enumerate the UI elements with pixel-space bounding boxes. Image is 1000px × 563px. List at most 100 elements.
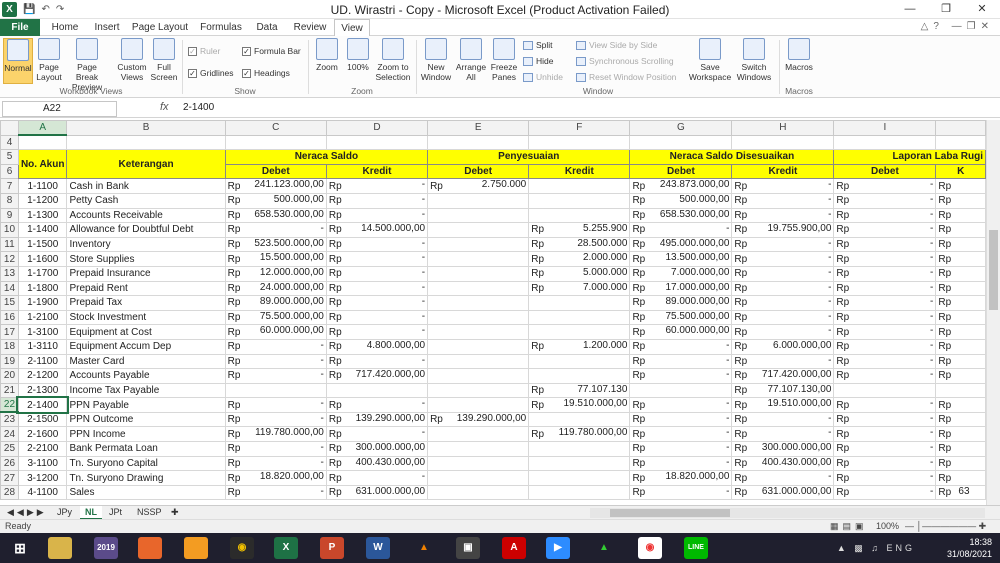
cell-amount[interactable]: Rp - xyxy=(731,411,835,428)
cell-description[interactable]: Income Tax Payable xyxy=(66,382,226,399)
cell-amount[interactable]: Rp 17.000.000,00 xyxy=(629,280,733,297)
cell-amount[interactable]: Rp - xyxy=(325,397,429,413)
excel-taskbar-icon[interactable]: X xyxy=(274,537,298,559)
cell-amount[interactable]: Rp - xyxy=(833,295,937,311)
cell-amount[interactable]: Rp 60.000.000,00 xyxy=(224,324,327,340)
header-neraca-saldo[interactable]: Neraca Saldo xyxy=(224,149,429,165)
cell-amount[interactable]: Rp 28.500.000 xyxy=(528,236,631,253)
sheet-tab-nl[interactable]: NL xyxy=(80,506,102,520)
cell-description[interactable]: Master Card xyxy=(66,353,226,370)
normal-view-button[interactable]: Normal xyxy=(3,38,33,84)
cell-amount[interactable]: Rp - xyxy=(833,397,937,413)
row-header[interactable]: 25 xyxy=(0,441,19,457)
row-header[interactable]: 6 xyxy=(0,163,19,180)
cell-description[interactable]: Equipment Accum Dep xyxy=(66,338,226,355)
app-triangle-icon[interactable]: ▲ xyxy=(592,537,616,559)
cell-amount[interactable]: Rp 139.290.000,00 xyxy=(325,411,429,428)
cell-description[interactable]: Stock Investment xyxy=(66,309,226,326)
header-keterangan[interactable]: Keterangan xyxy=(66,149,226,180)
zoom-meeting-icon[interactable]: ▶ xyxy=(546,537,570,559)
cell-amount[interactable]: Rp xyxy=(935,222,986,238)
freeze-panes-button[interactable]: Freeze Panes xyxy=(489,38,519,82)
cell-amount[interactable]: Rp - xyxy=(833,251,937,267)
cell-amount[interactable]: Rp xyxy=(935,411,986,428)
cell-amount[interactable]: Rp - xyxy=(731,280,835,297)
cell-amount[interactable]: Rp - xyxy=(325,265,429,282)
cell[interactable] xyxy=(833,134,937,151)
cell-amount[interactable]: Rp 631.000.000,00 xyxy=(731,484,835,501)
view-side-by-side-button[interactable]: View Side by Side xyxy=(576,40,657,50)
arrange-all-button[interactable]: Arrange All xyxy=(455,38,487,82)
cell-account-number[interactable]: 2-1100 xyxy=(17,353,68,370)
cell-description[interactable]: Prepaid Insurance xyxy=(66,265,226,282)
cell-amount[interactable] xyxy=(224,382,327,399)
row-header[interactable]: 26 xyxy=(0,455,19,472)
cell-amount[interactable]: Rp xyxy=(935,178,986,194)
split-button[interactable]: Split xyxy=(523,40,553,50)
cell-amount[interactable]: Rp - xyxy=(224,397,327,413)
cell-amount[interactable]: Rp - xyxy=(833,484,937,501)
headings-checkbox[interactable]: ✓ Headings xyxy=(242,68,290,78)
cell-amount[interactable]: Rp 300.000.000,00 xyxy=(325,441,429,457)
row-header[interactable]: 17 xyxy=(0,324,19,340)
cell-amount[interactable]: Rp - xyxy=(325,353,429,370)
cell-account-number[interactable]: 3-1100 xyxy=(17,455,68,472)
cell-amount[interactable] xyxy=(427,207,530,224)
cell-amount[interactable]: Rp - xyxy=(224,411,327,428)
formula-input[interactable]: 2-1400 xyxy=(183,102,214,113)
cell-amount[interactable]: Rp xyxy=(935,455,986,472)
scroll-thumb[interactable] xyxy=(610,509,730,517)
hide-button[interactable]: Hide xyxy=(523,56,553,66)
header-no-akun[interactable]: No. Akun xyxy=(17,149,68,180)
cell-amount[interactable] xyxy=(528,324,631,340)
cell-description[interactable]: Cash in Bank xyxy=(66,178,226,194)
row-header[interactable]: 15 xyxy=(0,295,19,311)
cell-amount[interactable]: Rp xyxy=(935,251,986,267)
cell-amount[interactable]: Rp 2.000.000 xyxy=(528,251,631,267)
column-header[interactable]: F xyxy=(528,120,631,136)
cell-account-number[interactable]: 1-3110 xyxy=(17,338,68,355)
cell-amount[interactable]: Rp - xyxy=(833,455,937,472)
cell-account-number[interactable]: 1-1500 xyxy=(17,236,68,253)
cell-amount[interactable]: Rp - xyxy=(224,484,327,501)
cell-amount[interactable] xyxy=(427,397,530,413)
cell-amount[interactable]: Rp xyxy=(935,236,986,253)
cell-amount[interactable]: Rp 717.420.000,00 xyxy=(325,368,429,384)
cell-account-number[interactable]: 1-1900 xyxy=(17,295,68,311)
cell-amount[interactable] xyxy=(528,192,631,209)
close-icon[interactable]: ✕ xyxy=(964,0,1000,19)
row-header[interactable]: 10 xyxy=(0,222,19,238)
tab-page-layout[interactable]: Page Layout xyxy=(130,19,190,36)
cell-amount[interactable]: Rp - xyxy=(833,178,937,194)
cell-description[interactable]: PPN Outcome xyxy=(66,411,226,428)
cell-amount[interactable]: Rp 75.500.000,00 xyxy=(224,309,327,326)
tab-data[interactable]: Data xyxy=(250,19,284,36)
cell-amount[interactable]: Rp - xyxy=(731,426,835,443)
column-header[interactable] xyxy=(935,120,986,136)
header-debet[interactable]: Debet xyxy=(833,163,937,180)
scroll-thumb[interactable] xyxy=(989,230,998,310)
cell-amount[interactable]: Rp - xyxy=(629,397,733,413)
cell-amount[interactable]: Rp 24.000.000,00 xyxy=(224,280,327,297)
cell-amount[interactable]: Rp - xyxy=(833,426,937,443)
switch-windows-button[interactable]: Switch Windows xyxy=(734,38,774,82)
cell-description[interactable]: Equipment at Cost xyxy=(66,324,226,340)
cell-amount[interactable]: Rp 60.000.000,00 xyxy=(629,324,733,340)
cell-amount[interactable]: Rp - xyxy=(731,470,835,486)
cell-amount[interactable]: Rp - xyxy=(629,338,733,355)
cell-amount[interactable]: Rp 75.500.000,00 xyxy=(629,309,733,326)
cell-amount[interactable] xyxy=(528,207,631,224)
vlc-icon[interactable]: ▲ xyxy=(412,537,436,559)
cell-amount[interactable]: Rp - xyxy=(325,207,429,224)
cell-account-number[interactable]: 3-1200 xyxy=(17,470,68,486)
tab-file[interactable]: File xyxy=(0,19,40,36)
header-kredit[interactable]: Kredit xyxy=(528,163,631,180)
cell-amount[interactable] xyxy=(427,324,530,340)
row-header[interactable]: 8 xyxy=(0,192,19,209)
zoom-100-button[interactable]: 100% xyxy=(344,38,372,72)
cell-amount[interactable] xyxy=(528,411,631,428)
cell-amount[interactable]: Rp - xyxy=(325,251,429,267)
cell-amount[interactable] xyxy=(528,295,631,311)
cell-amount[interactable]: Rp 241.123.000,00 xyxy=(224,178,327,194)
restore-icon[interactable]: ❐ xyxy=(928,0,964,19)
